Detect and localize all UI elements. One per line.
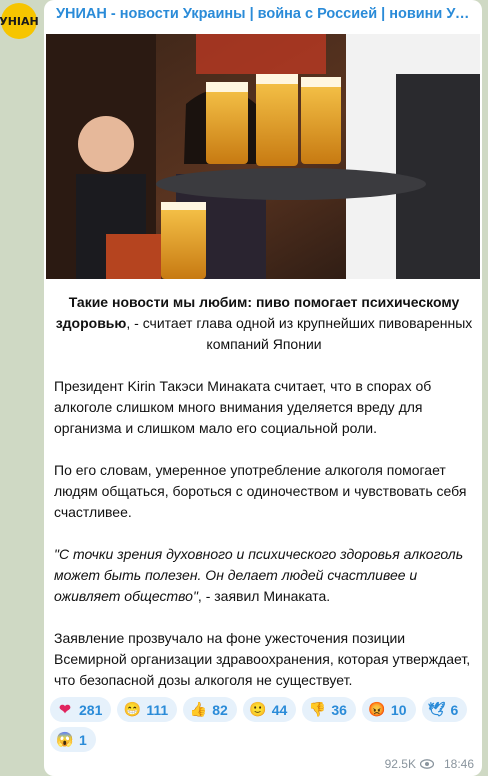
paragraph-2: По его словам, умеренное употребление ал…: [54, 462, 467, 520]
lead-rest: , - считает глава одной из крупнейших пи…: [126, 315, 473, 352]
message-bubble: УНИАН - новости Украины | война с Россие…: [44, 0, 482, 776]
smile-icon: 🙂: [249, 701, 267, 717]
grin-icon: 😁: [123, 701, 142, 717]
reaction-thumbs-up[interactable]: 👍 82: [183, 697, 237, 722]
channel-title[interactable]: УНИАН - новости Украины | война с Россие…: [56, 6, 476, 22]
paragraph-4: Заявление прозвучало на фоне ужесточения…: [54, 630, 471, 688]
reaction-thumbs-down[interactable]: 👎 36: [302, 697, 356, 722]
quote-tail: , - заявил Минаката.: [197, 588, 331, 604]
reaction-scream[interactable]: 😱 1: [50, 727, 96, 752]
scream-icon: 😱: [56, 731, 74, 747]
quote-paragraph: "С точки зрения духовного и психического…: [54, 544, 474, 607]
message-meta: 92.5K 18:46: [385, 757, 474, 771]
reaction-count: 44: [271, 701, 288, 718]
beer-waiter-photo: [46, 34, 480, 279]
reaction-count: 36: [331, 701, 347, 718]
thumbs-up-icon: 👍: [189, 701, 207, 717]
paragraph-1: Президент Kirin Такэси Минаката считает,…: [54, 378, 432, 436]
reaction-count: 82: [212, 701, 228, 718]
channel-avatar[interactable]: УНІАН: [0, 3, 39, 39]
reaction-count: 111: [146, 701, 169, 718]
reaction-count: 1: [79, 731, 87, 748]
view-count: 92.5K: [384, 757, 416, 771]
reactions-bar: ❤ 281 😁 111 👍 82 🙂 44 👎 36 😡 10 🕊 6 😱 1: [50, 697, 480, 752]
message-time: 18:46: [443, 757, 474, 771]
heart-icon: ❤: [59, 701, 71, 717]
reaction-dove[interactable]: 🕊 6: [421, 697, 468, 722]
post-text: Такие новости мы любим: пиво помогает пс…: [54, 292, 474, 712]
angry-icon: 😡: [368, 701, 386, 717]
reaction-count: 10: [390, 701, 407, 718]
reaction-angry[interactable]: 😡 10: [361, 697, 416, 722]
dove-icon: 🕊: [427, 701, 446, 717]
reaction-count: 6: [450, 701, 459, 718]
reaction-grin[interactable]: 😁 111: [117, 697, 178, 722]
reaction-heart[interactable]: ❤ 281: [50, 697, 112, 722]
post-photo[interactable]: [46, 34, 480, 279]
thumbs-down-icon: 👎: [308, 701, 327, 717]
reaction-smile[interactable]: 🙂 44: [242, 697, 297, 722]
eye-icon: [419, 759, 434, 769]
reaction-count: 281: [79, 701, 103, 718]
lead-paragraph: Такие новости мы любим: пиво помогает пс…: [54, 292, 474, 355]
